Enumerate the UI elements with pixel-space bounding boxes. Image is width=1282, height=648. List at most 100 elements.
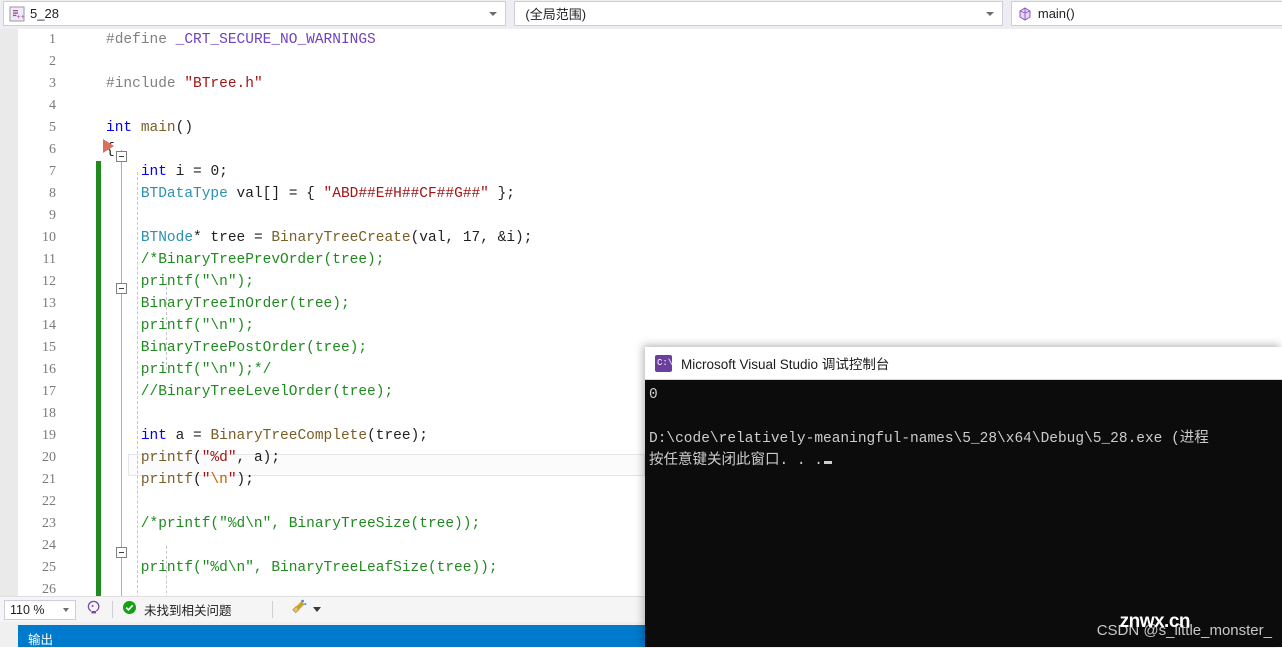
debug-console-window[interactable]: C:\ Microsoft Visual Studio 调试控制台 0 D:\c…: [645, 347, 1282, 647]
cpp-file-icon: ++: [9, 6, 25, 22]
code-editor[interactable]: 1 #define _CRT_SECURE_NO_WARNINGS 2 3 #inclu…: [0, 29, 645, 596]
line-gutter: [64, 117, 106, 139]
code-line-text: int i = 0;: [106, 164, 645, 180]
code-line-text: //BinaryTreeLevelOrder(tree);: [106, 384, 645, 400]
code-line-text: printf("%d\n", BinaryTreeLeafSize(tree))…: [106, 560, 645, 576]
method-cube-icon: [1017, 6, 1033, 22]
collapse-toggle-comment-block-1[interactable]: [116, 283, 127, 294]
line-number: 20: [42, 450, 56, 465]
code-token: int: [106, 120, 133, 136]
line-number: 23: [42, 516, 56, 531]
zoom-level-combo[interactable]: 110 %: [4, 599, 76, 620]
code-line-text: {: [106, 142, 645, 158]
line-number: 21: [42, 472, 56, 487]
code-line[interactable]: 4: [0, 95, 645, 117]
code-token: * tree =: [193, 230, 272, 246]
line-number: 13: [42, 296, 56, 311]
code-line-text: BinaryTreePostOrder(tree);: [106, 340, 645, 356]
code-token: BTDataType: [140, 186, 228, 202]
code-token: #include: [106, 76, 185, 92]
output-panel-tab-strip[interactable]: 输出: [18, 625, 645, 647]
code-token: "%d": [201, 450, 237, 466]
status-divider: [271, 601, 273, 618]
code-cleanup-icon[interactable]: [290, 598, 308, 621]
line-number: 16: [42, 362, 56, 377]
code-token: int: [140, 164, 167, 180]
code-token: printf("\n");: [106, 274, 254, 290]
document-selector-combo[interactable]: ++ 5_28: [3, 1, 507, 26]
line-gutter: [64, 73, 106, 95]
member-name: main(): [1037, 6, 1075, 21]
code-token: BTNode: [140, 230, 194, 246]
line-number: 3: [49, 76, 56, 91]
line-number: 4: [49, 98, 56, 113]
code-token: BinaryTreePostOrder(tree);: [106, 340, 368, 356]
line-number: 2: [49, 54, 56, 69]
collapse-toggle-comment-block-2[interactable]: [116, 547, 127, 558]
console-title-text: Microsoft Visual Studio 调试控制台: [681, 357, 890, 372]
code-line-text: #include "BTree.h": [106, 76, 645, 92]
line-number: 18: [42, 406, 56, 421]
code-token: ": [227, 472, 237, 488]
status-health-text: 未找到相关问题: [144, 604, 232, 618]
cleanup-dropdown-arrow[interactable]: [312, 607, 321, 612]
code-token: printf("\n");*/: [106, 362, 272, 378]
scope-selector-combo[interactable]: (全局范围): [514, 1, 1003, 26]
code-line-text: printf("\n");*/: [106, 362, 645, 378]
code-token: //BinaryTreeLevelOrder(tree);: [106, 384, 394, 400]
console-line-with-cursor: 按任意键关闭此窗口. . .: [649, 450, 1282, 472]
collapse-toggle-main[interactable]: [116, 151, 127, 162]
code-token: (: [193, 472, 202, 488]
line-gutter: [64, 95, 106, 117]
code-line-text: /*printf("%d\n", BinaryTreeSize(tree));: [106, 516, 645, 532]
zoom-level-value: 110 %: [10, 602, 45, 617]
code-token: , &i);: [480, 230, 533, 246]
code-token: (tree);: [367, 428, 428, 444]
code-token: int: [140, 428, 167, 444]
code-line[interactable]: 1 #define _CRT_SECURE_NO_WARNINGS: [0, 29, 645, 51]
code-token: BinaryTreeInOrder(tree);: [106, 296, 350, 312]
chevron-down-icon[interactable]: [63, 607, 69, 612]
watermark-znwx: znwx.cn: [1119, 611, 1191, 632]
code-token: "BTree.h": [184, 76, 263, 92]
code-line-text: BinaryTreeInOrder(tree);: [106, 296, 645, 312]
quick-actions-icon[interactable]: [86, 599, 103, 621]
line-number: 8: [49, 186, 56, 201]
code-line[interactable]: 6{: [0, 139, 645, 161]
console-output-area[interactable]: 0 D:\code\relatively-meaningful-names\5_…: [645, 380, 1282, 647]
line-number: 1: [49, 32, 56, 47]
member-selector-combo[interactable]: main(): [1010, 1, 1282, 26]
code-token: main: [140, 120, 176, 136]
line-number: 5: [49, 120, 56, 135]
code-token: val: [419, 230, 446, 246]
code-line-text: /*BinaryTreePrevOrder(tree);: [106, 252, 645, 268]
code-line-text: printf("\n");: [106, 472, 645, 488]
svg-text:++: ++: [17, 14, 25, 22]
code-token: , a);: [236, 450, 281, 466]
status-ok-icon: [122, 600, 137, 620]
chevron-down-icon[interactable]: [489, 11, 498, 16]
line-number: 25: [42, 560, 56, 575]
console-caret: [824, 461, 833, 464]
code-line[interactable]: 5 int main(): [0, 117, 645, 139]
line-number: 22: [42, 494, 56, 509]
line-number: 12: [42, 274, 56, 289]
change-tracking-bar: [96, 161, 101, 596]
console-title-bar[interactable]: C:\ Microsoft Visual Studio 调试控制台: [645, 347, 1282, 380]
code-line-text: printf("\n");: [106, 274, 645, 290]
code-token: ,: [445, 230, 463, 246]
code-token: );: [236, 472, 254, 488]
code-token: (: [410, 230, 420, 246]
scope-name: (全局范围): [525, 7, 587, 22]
code-line[interactable]: 3 #include "BTree.h": [0, 73, 645, 95]
chevron-down-icon[interactable]: [985, 11, 994, 16]
code-line[interactable]: 2: [0, 51, 645, 73]
code-line-text: BTNode* tree = BinaryTreeCreate(val, 17,…: [106, 230, 645, 246]
line-number: 7: [49, 164, 56, 179]
line-number: 11: [42, 252, 56, 267]
code-token: /*printf("%d\n", BinaryTreeSize(tree));: [106, 516, 481, 532]
code-line-text: BTDataType val[] = { "ABD##E#H##CF##G##"…: [106, 186, 645, 202]
